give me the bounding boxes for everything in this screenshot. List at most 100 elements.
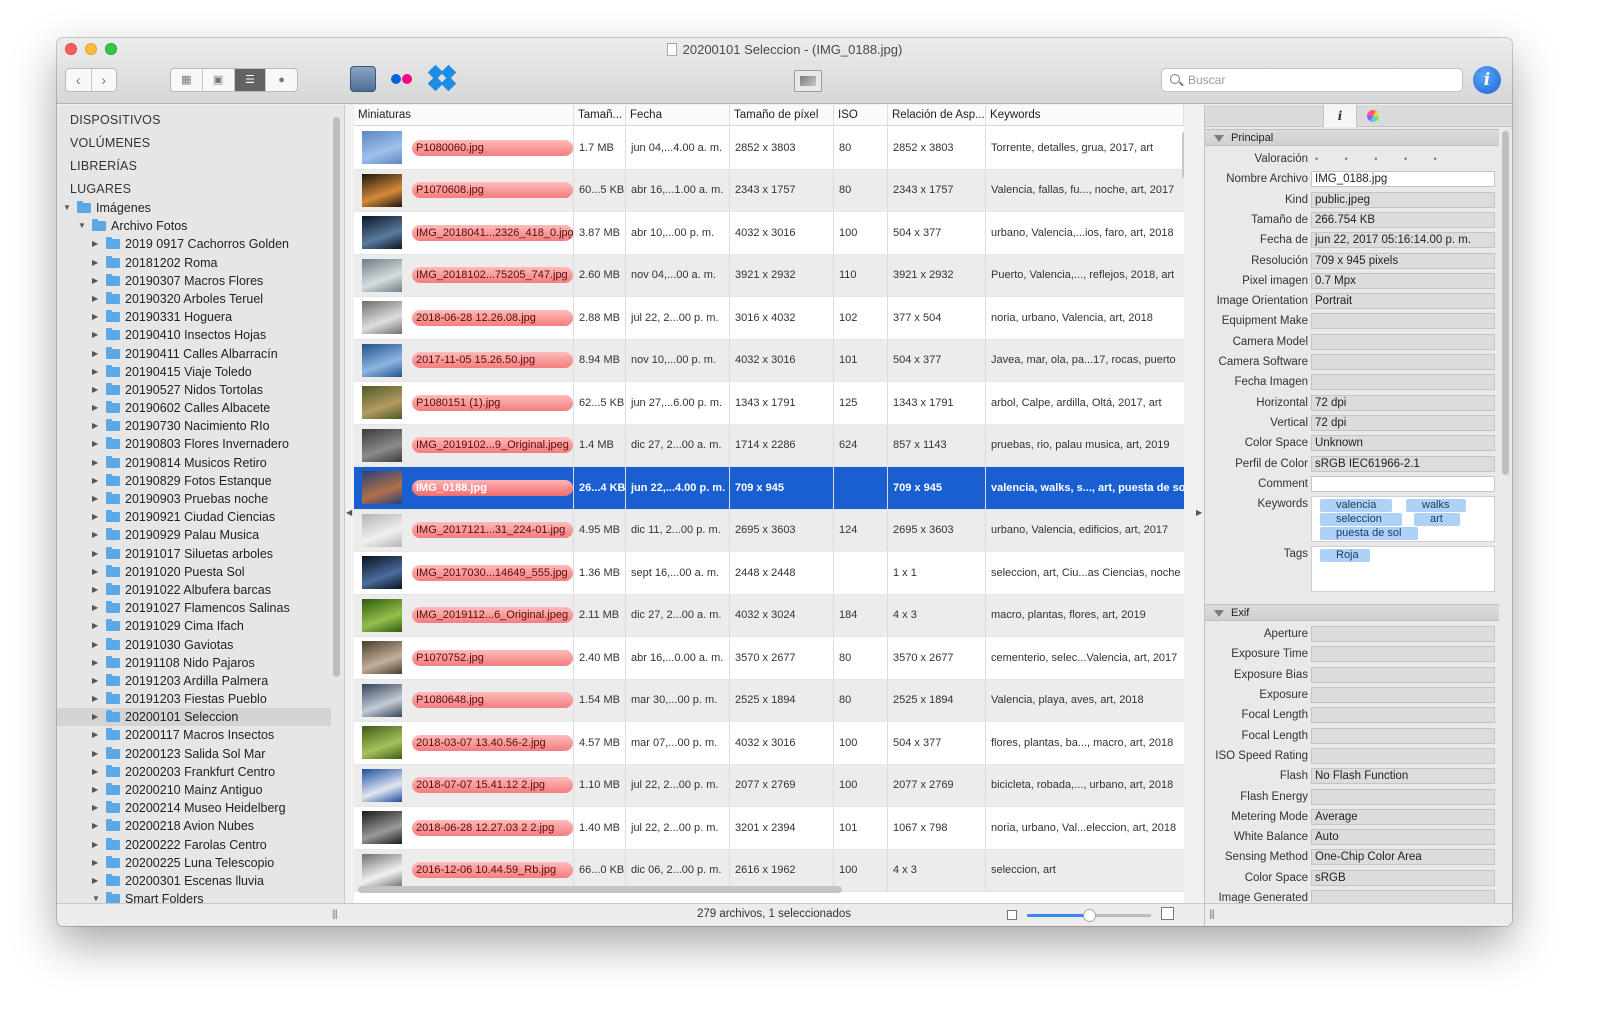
table-row[interactable]: IMG_0188.jpg 26...4 KB jun 22,...4.00 p. m… (354, 467, 1184, 510)
table-row[interactable]: 2018-06-28 12.26.08.jpg 2.88 MB jul 22, 2.… (354, 297, 1184, 340)
thumbnail-image[interactable] (362, 726, 402, 760)
flickr-icon[interactable] (389, 66, 415, 92)
disclosure-closed-icon[interactable]: ▶ (92, 290, 98, 308)
disclosure-open-icon[interactable]: ▼ (78, 217, 86, 235)
disclosure-closed-icon[interactable]: ▶ (92, 308, 98, 326)
sidebar-folder-item[interactable]: ▶ 20190410 Insectos Hojas (57, 326, 331, 344)
field-value[interactable] (1311, 626, 1495, 643)
field-value[interactable]: Auto (1311, 829, 1495, 846)
section-principal[interactable]: Principal (1205, 129, 1499, 146)
thumbnail-cell[interactable]: P1080151 (1).jpg (354, 382, 574, 424)
table-row[interactable]: IMG_2019112...6_Original.jpeg 2.11 MB dic … (354, 594, 1184, 637)
table-row[interactable]: IMG_2017121...31_224-01.jpg 4.95 MB dic 11… (354, 509, 1184, 552)
sidebar-folder-item[interactable]: ▶ 2019 0917 Cachorros Golden (57, 235, 331, 253)
column-header-cell[interactable]: Tamaño de píxel (730, 105, 834, 125)
thumbnail-cell[interactable]: 2016-12-06 10.44.59_Rb.jpg (354, 849, 574, 891)
thumbnail-image[interactable] (362, 768, 402, 802)
field-value[interactable] (1311, 333, 1495, 350)
sidebar-folder-item[interactable]: ▶ 20200117 Macros Insectos (57, 726, 331, 744)
disclosure-closed-icon[interactable]: ▶ (92, 526, 98, 544)
sidebar-section-volumes[interactable]: VOLÚMENES (70, 136, 150, 150)
field-value[interactable] (1311, 890, 1495, 903)
sidebar-folder-item[interactable]: ▶ 20190320 Arboles Teruel (57, 290, 331, 308)
tag-token[interactable]: Roja (1320, 549, 1370, 563)
table-row[interactable]: 2017-11-05 15.26.50.jpg 8.94 MB nov 10,...… (354, 339, 1184, 382)
grid-large-icon[interactable]: ▣ (201, 69, 234, 91)
list-icon[interactable]: ☰ (233, 69, 266, 91)
zoom-out-icon[interactable] (1007, 910, 1017, 920)
slideshow-icon[interactable] (794, 70, 822, 92)
sidebar-folder-item[interactable]: ▶ 20191203 Ardilla Palmera (57, 672, 331, 690)
disclosure-closed-icon[interactable]: ▶ (92, 636, 98, 654)
slider-knob[interactable] (1083, 909, 1096, 922)
disclosure-closed-icon[interactable]: ▶ (92, 381, 98, 399)
field-value[interactable] (1311, 475, 1495, 492)
disclosure-open-icon[interactable]: ▼ (92, 890, 100, 903)
table-row[interactable]: P1080060.jpg 1.7 MB jun 04,...4.00 a. m. 28… (354, 127, 1184, 170)
column-header-cell[interactable]: Tamañ... (574, 105, 626, 125)
table-row[interactable]: IMG_2018102...75205_747.jpg 2.60 MB nov 04… (354, 254, 1184, 297)
sidebar-folder-item[interactable]: ▶ 20200218 Avion Nubes (57, 817, 331, 835)
table-row[interactable]: P1070608.jpg 60...5 KB abr 16,...1.00 a. m… (354, 169, 1184, 212)
thumbnail-cell[interactable]: P1080060.jpg (354, 127, 574, 169)
field-value[interactable]: sRGB IEC61966-2.1 (1311, 455, 1495, 472)
thumbnail-image[interactable] (362, 173, 402, 207)
thumbnail-image[interactable] (362, 428, 402, 462)
section-exif[interactable]: Exif (1205, 604, 1499, 622)
sidebar-folder-item[interactable]: ▶ 20190730 Nacimiento RIo (57, 417, 331, 435)
keyword-token[interactable]: art (1414, 513, 1460, 527)
sidebar-folder-item[interactable]: ▶ 20191027 Flamencos Salinas (57, 599, 331, 617)
sidebar-folder-item[interactable]: ▶ 20200210 Mainz Antiguo (57, 781, 331, 799)
sidebar-section-libraries[interactable]: LIBRERÍAS (70, 159, 137, 173)
table-row[interactable]: IMG_2017030...14649_555.jpg 1.36 MB sept 1… (354, 552, 1184, 595)
sidebar-folder-item[interactable]: ▶ 20190527 Nidos Tortolas (57, 381, 331, 399)
thumbnail-image[interactable] (362, 641, 402, 675)
sidebar-folder-item[interactable]: ▶ 20200225 Luna Telescopio (57, 854, 331, 872)
sidebar-folder-item[interactable]: ▶ 20200101 Seleccion (57, 708, 331, 727)
sidebar-scrollbar[interactable] (333, 117, 340, 677)
sidebar-folder-item[interactable]: ▶ 20190903 Pruebas noche (57, 490, 331, 508)
field-value[interactable]: Unknown (1311, 435, 1495, 452)
table-row[interactable]: 2018-06-28 12.27.03 2 2.jpg 1.40 MB jul 22… (354, 807, 1184, 850)
field-value[interactable] (1311, 727, 1495, 744)
table-row[interactable]: P1080151 (1).jpg 62...5 KB jun 27,...6.00 … (354, 382, 1184, 425)
sidebar-folder-item[interactable]: ▶ 20190829 Fotos Estanque (57, 472, 331, 490)
disclosure-closed-icon[interactable]: ▶ (92, 545, 98, 563)
sidebar-folder-item[interactable]: ▶ 20191030 Gaviotas (57, 636, 331, 654)
thumbnail-image[interactable] (362, 343, 402, 377)
disclosure-closed-icon[interactable]: ▶ (92, 581, 98, 599)
field-value[interactable] (1311, 354, 1495, 370)
table-row[interactable]: IMG_2018041...2326_418_0.jpg 3.87 MB abr 1… (354, 212, 1184, 255)
table-row[interactable]: 2018-03-07 13.40.56-2.jpg 4.57 MB mar 07,.… (354, 722, 1184, 765)
thumbnail-image[interactable] (362, 216, 402, 250)
sidebar-folder-item[interactable]: ▶ 20191029 Cima Ifach (57, 617, 331, 635)
thumbnail-image[interactable] (362, 811, 402, 845)
keywords-field[interactable]: valencia walks seleccion art puesta de sol (1311, 496, 1495, 543)
field-value[interactable]: 709 x 945 pixels (1311, 252, 1495, 269)
tab-info[interactable]: i (1323, 105, 1357, 127)
sidebar-folder-item[interactable]: ▶ 20190814 Musicos Retiro (57, 454, 331, 472)
field-value[interactable]: sRGB (1311, 869, 1495, 886)
table-row[interactable]: P1080648.jpg 1.54 MB mar 30,...00 p. m. 252… (354, 679, 1184, 722)
disclosure-closed-icon[interactable]: ▶ (92, 817, 98, 835)
disclosure-closed-icon[interactable]: ▶ (92, 672, 98, 690)
sidebar-folder-item[interactable]: ▶ 20190929 Palau Musica (57, 526, 331, 544)
rating-stars[interactable]: • • • • • (1315, 149, 1449, 169)
thumbnail-cell[interactable]: 2018-03-07 13.40.56-2.jpg (354, 722, 574, 764)
disclosure-closed-icon[interactable]: ▶ (92, 763, 98, 781)
list-horizontal-scrollbar[interactable] (358, 886, 842, 893)
disclosure-closed-icon[interactable]: ▶ (92, 254, 98, 272)
field-value[interactable]: 266.754 KB (1311, 211, 1495, 228)
sidebar-folder-item[interactable]: ▶ 20191203 Fiestas Pueblo (57, 690, 331, 708)
field-value[interactable] (1311, 788, 1495, 805)
preview-app-icon[interactable] (350, 66, 376, 92)
forward-button[interactable]: › (90, 69, 117, 91)
thumbnail-cell[interactable]: IMG_2017030...14649_555.jpg (354, 552, 574, 594)
thumbnail-image[interactable] (362, 258, 402, 292)
thumbnail-cell[interactable]: 2018-06-28 12.27.03 2 2.jpg (354, 807, 574, 849)
field-value[interactable] (1311, 687, 1495, 703)
disclosure-closed-icon[interactable]: ▶ (92, 326, 98, 344)
disclosure-closed-icon[interactable]: ▶ (92, 454, 98, 472)
disclosure-open-icon[interactable]: ▼ (63, 199, 71, 217)
field-value[interactable]: IMG_0188.jpg (1311, 171, 1495, 188)
